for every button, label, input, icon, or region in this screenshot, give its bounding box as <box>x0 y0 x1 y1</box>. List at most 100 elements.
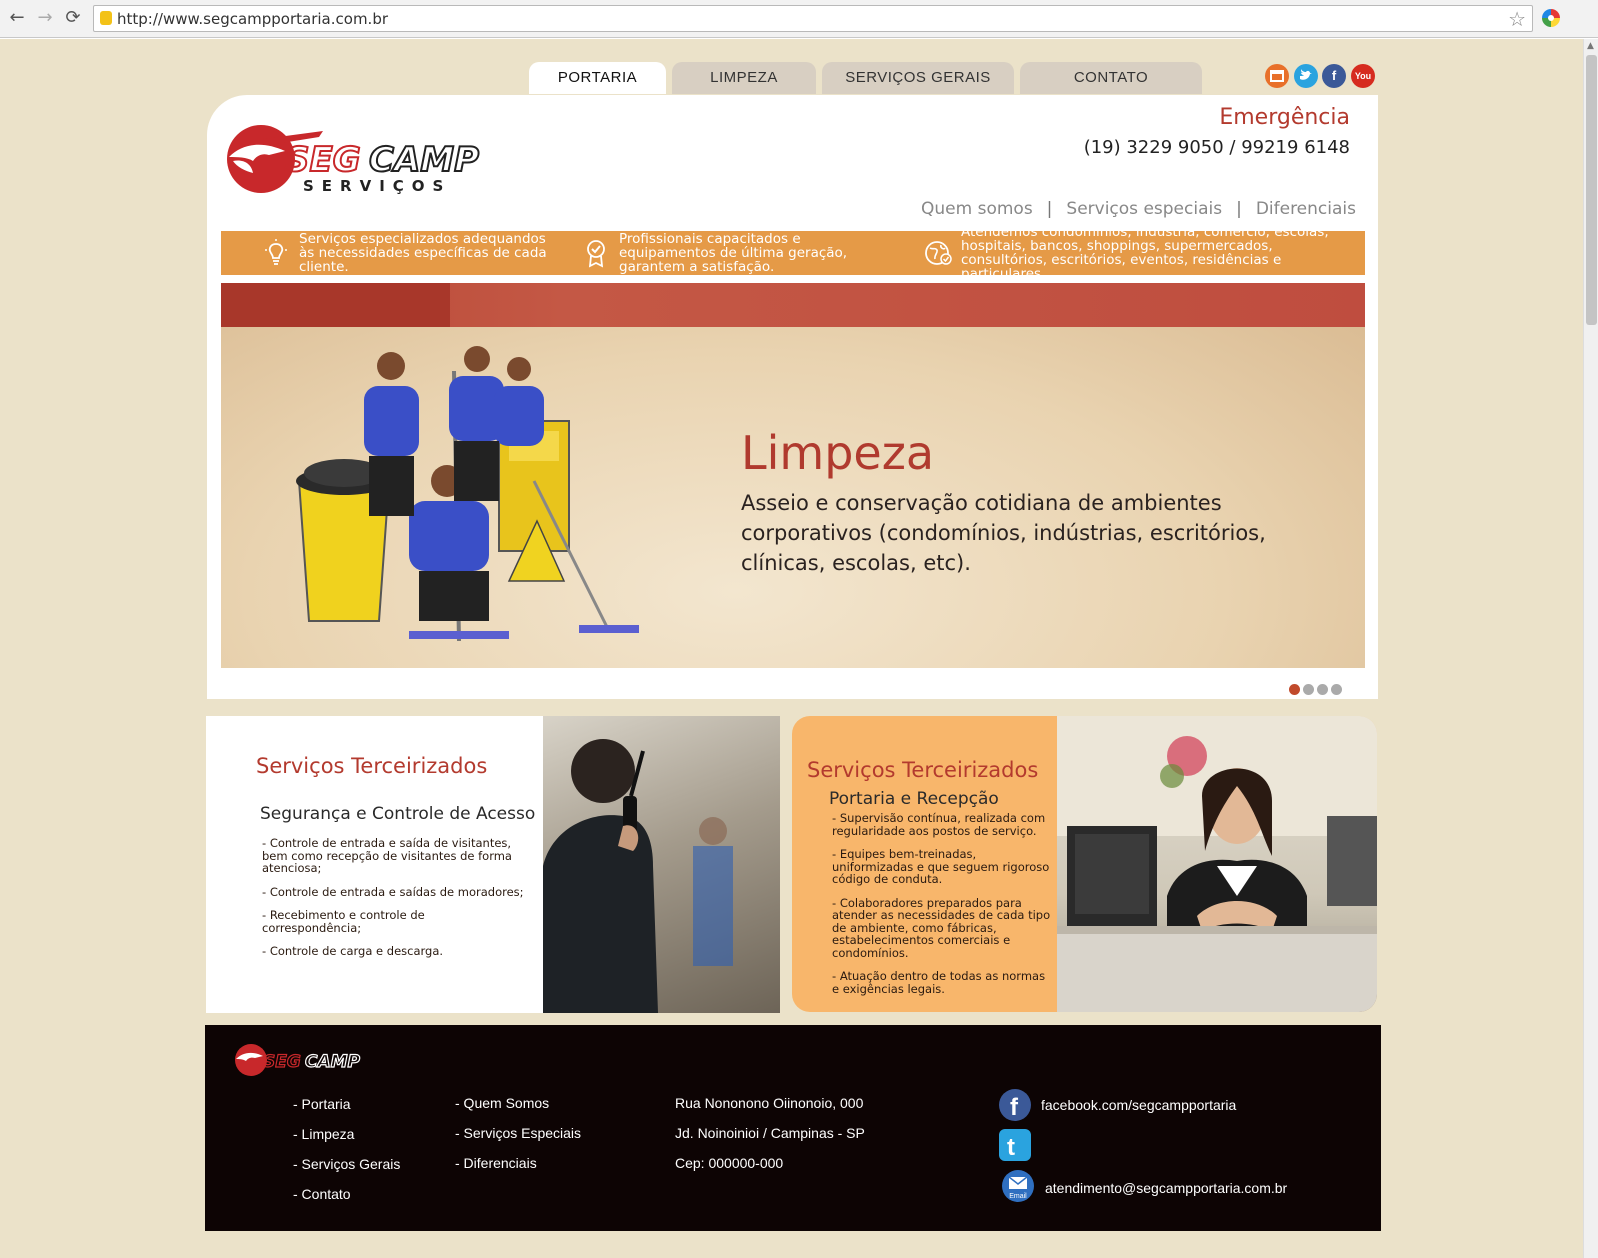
tab-label: CONTATO <box>1073 69 1149 86</box>
list-item: Controle de carga e descarga. <box>262 945 527 958</box>
svg-text:SERVIÇOS: SERVIÇOS <box>303 177 451 195</box>
tab-label: SERVIÇOS GERAIS <box>845 69 991 86</box>
slider-dot[interactable] <box>1289 684 1300 695</box>
cleaning-team-photo <box>296 346 639 642</box>
footer-link-limpeza[interactable]: - Limpeza <box>293 1124 400 1154</box>
list-item: Equipes bem-treinadas, uniformizadas e q… <box>832 848 1052 886</box>
service-list: Supervisão contínua, realizada com regul… <box>832 812 1052 1006</box>
address-line: Jd. Noinoinioi / Campinas - SP <box>675 1125 865 1141</box>
globe-icon <box>925 241 952 265</box>
svg-text:f: f <box>1010 1094 1019 1121</box>
service-block-reception[interactable]: Serviços Terceirizados Portaria e Recepç… <box>792 716 1377 1012</box>
security-guard-photo <box>543 716 780 1013</box>
slider-dot[interactable] <box>1331 684 1342 695</box>
hero-slider[interactable]: Limpeza Asseio e conservação cotidiana d… <box>221 283 1365 668</box>
list-item: Supervisão contínua, realizada com regul… <box>832 812 1052 837</box>
service-title: Serviços Terceirizados <box>807 758 1039 782</box>
feature-item: Serviços especializados adequandos às ne… <box>261 231 551 275</box>
footer-link-servicos-gerais[interactable]: - Serviços Gerais <box>293 1154 400 1184</box>
list-item: Controle de entrada e saídas de moradore… <box>262 885 527 899</box>
feature-text: Serviços especializados adequandos às ne… <box>299 231 547 275</box>
reload-icon[interactable]: ⟳ <box>62 7 84 29</box>
service-block-security[interactable]: Serviços Terceirizados Segurança e Contr… <box>206 716 780 1013</box>
subnav-diferenciais[interactable]: Diferenciais <box>1256 199 1356 219</box>
footer-link-servicos-especiais[interactable]: - Serviços Especiais <box>455 1123 581 1153</box>
tab-label: PORTARIA <box>557 69 638 86</box>
receptionist-photo <box>1057 716 1377 1012</box>
footer-menu-info: - Quem Somos - Serviços Especiais - Dife… <box>455 1093 581 1183</box>
svg-text:t: t <box>1007 1134 1015 1161</box>
feature-item: Profissionais capacitados e equipamentos… <box>581 231 891 275</box>
scroll-up-icon[interactable]: ▲ <box>1587 41 1594 51</box>
facebook-icon[interactable]: f <box>999 1089 1031 1121</box>
list-item: Recebimento e controle de correspondênci… <box>262 909 527 934</box>
rss-icon[interactable] <box>1265 64 1289 88</box>
footer-link-quem-somos[interactable]: - Quem Somos <box>455 1093 581 1123</box>
youtube-icon[interactable]: You <box>1351 64 1375 88</box>
address-line: Cep: 000000-000 <box>675 1155 784 1171</box>
feature-item: Atendemos condomínios, indústria, comérc… <box>923 225 1359 281</box>
emergency-label: Emergência <box>1219 105 1350 130</box>
vertical-scrollbar[interactable]: ▲ <box>1583 39 1598 1258</box>
footer-logo[interactable]: SEG CAMP <box>233 1040 383 1080</box>
feature-text: Atendemos condomínios, indústria, comérc… <box>961 224 1329 282</box>
service-subtitle: Segurança e Controle de Acesso <box>260 804 536 824</box>
slider-header-bar <box>221 283 1365 327</box>
svg-text:CAMP: CAMP <box>305 1052 361 1072</box>
svg-text:Email: Email <box>1009 1193 1027 1200</box>
forward-icon[interactable]: → <box>34 7 56 29</box>
bookmark-star-icon[interactable]: ☆ <box>1508 7 1526 31</box>
tab-servicos-gerais[interactable]: SERVIÇOS GERAIS <box>822 62 1014 94</box>
award-icon <box>587 240 605 268</box>
browser-toolbar: ← → ⟳ http://www.segcampportaria.com.br … <box>0 0 1598 38</box>
footer-address: Rua Nononono Oiinonoio, 000 Jd. Noinoini… <box>675 1093 865 1183</box>
footer-link-portaria[interactable]: - Portaria <box>293 1094 400 1124</box>
twitter-icon[interactable]: t <box>999 1129 1031 1161</box>
slider-dot[interactable] <box>1317 684 1328 695</box>
tab-limpeza[interactable]: LIMPEZA <box>672 62 816 94</box>
footer-link-diferenciais[interactable]: - Diferenciais <box>455 1153 581 1183</box>
slide-title: Limpeza <box>741 426 935 480</box>
service-title: Serviços Terceirizados <box>256 754 488 778</box>
list-item: Controle de entrada e saída de visitante… <box>262 837 527 875</box>
tab-portaria[interactable]: PORTARIA <box>529 62 666 94</box>
subnav-quem-somos[interactable]: Quem somos <box>921 199 1033 219</box>
subnav-servicos-especiais[interactable]: Serviços especiais <box>1066 199 1222 219</box>
url-text[interactable]: http://www.segcampportaria.com.br <box>117 10 388 28</box>
segcamp-logo[interactable]: SEG CAMP SERVIÇOS <box>223 121 523 201</box>
page-icon <box>100 11 112 25</box>
back-icon[interactable]: ← <box>6 7 28 29</box>
tab-label: LIMPEZA <box>710 69 778 86</box>
twitter-icon[interactable] <box>1294 64 1318 88</box>
service-list: Controle de entrada e saída de visitante… <box>262 837 527 969</box>
lightbulb-icon <box>265 239 287 265</box>
footer: SEG CAMP - Portaria - Limpeza - Serviços… <box>205 1025 1381 1231</box>
slider-dot[interactable] <box>1303 684 1314 695</box>
service-subtitle: Portaria e Recepção <box>829 789 999 809</box>
facebook-icon[interactable]: f <box>1322 64 1346 88</box>
svg-text:SEG: SEG <box>263 1052 301 1072</box>
feature-text: Profissionais capacitados e equipamentos… <box>619 231 848 275</box>
svg-text:CAMP: CAMP <box>369 140 479 180</box>
footer-email-link[interactable]: atendimento@segcampportaria.com.br <box>1045 1180 1287 1196</box>
footer-facebook-link[interactable]: facebook.com/segcampportaria <box>1041 1097 1236 1113</box>
tab-contato[interactable]: CONTATO <box>1020 62 1202 94</box>
address-line: Rua Nononono Oiinonoio, 000 <box>675 1095 864 1111</box>
email-icon[interactable]: Email <box>1002 1170 1034 1202</box>
sub-navigation: Quem somos | Serviços especiais | Diferencia… <box>921 199 1356 219</box>
feature-bar: Serviços especializados adequandos às ne… <box>221 225 1365 281</box>
footer-link-contato[interactable]: - Contato <box>293 1184 400 1214</box>
subnav-separator: | <box>1236 199 1242 219</box>
slider-pagination <box>1289 680 1345 699</box>
slide-description: Asseio e conservação cotidiana de ambien… <box>741 491 1266 575</box>
address-bar[interactable]: http://www.segcampportaria.com.br ☆ <box>93 5 1533 32</box>
list-item: Colaboradores preparados para atender as… <box>832 896 1052 960</box>
subnav-separator: | <box>1046 199 1053 219</box>
emergency-phone: (19) 3229 9050 / 99219 6148 <box>1083 137 1350 158</box>
svg-text:SEG: SEG <box>285 140 361 180</box>
extension-icon[interactable] <box>1542 9 1560 27</box>
footer-menu-services: - Portaria - Limpeza - Serviços Gerais -… <box>293 1094 400 1214</box>
scrollbar-thumb[interactable] <box>1586 55 1597 325</box>
page-viewport: PORTARIA LIMPEZA SERVIÇOS GERAIS CONTATO… <box>0 39 1583 1258</box>
list-item: Atuação dentro de todas as normas e exig… <box>832 970 1052 995</box>
